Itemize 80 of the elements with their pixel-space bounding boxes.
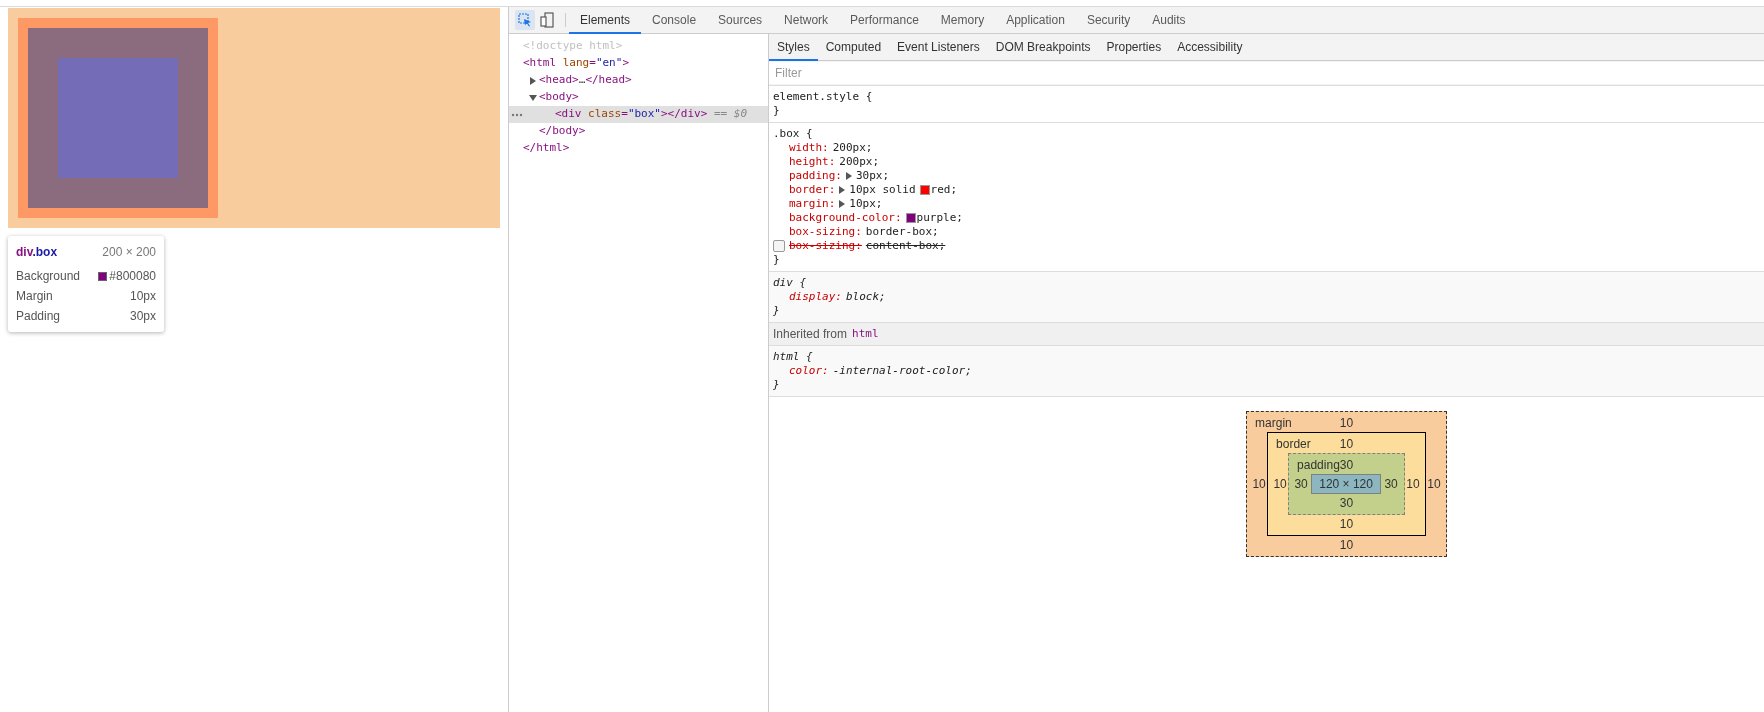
property-value: 30px xyxy=(129,308,156,325)
property-name: border: xyxy=(789,183,836,197)
property-name: margin: xyxy=(789,197,836,211)
panel-tab[interactable]: Application xyxy=(995,7,1076,34)
css-selector-close: } xyxy=(773,253,781,267)
panel-tab[interactable]: Security xyxy=(1075,7,1142,34)
dom-node[interactable]: </body> xyxy=(539,123,586,140)
color-swatch[interactable] xyxy=(905,213,916,223)
sidebar-tab[interactable]: DOM Breakpoints xyxy=(987,34,1099,61)
box-model-value: 10 xyxy=(1338,516,1355,533)
filter-field[interactable]: Filter xyxy=(769,62,1764,84)
dom-node[interactable]: </html> xyxy=(523,140,570,157)
property-value: block; xyxy=(846,290,886,304)
inherited-label: Inherited from xyxy=(773,326,848,343)
property-name: height: xyxy=(789,155,836,169)
dom-node[interactable]: <body> xyxy=(539,89,579,106)
property-value: 30px; xyxy=(856,169,890,183)
sidebar-tab[interactable]: Properties xyxy=(1098,34,1170,61)
panel-tab[interactable]: Performance xyxy=(839,7,930,34)
box-model-value: 30 xyxy=(1383,476,1399,493)
box-model-value: 10 xyxy=(1339,436,1354,453)
property-name: color: xyxy=(789,364,829,378)
property-value: red; xyxy=(930,183,958,197)
panel-tab[interactable]: Audits xyxy=(1141,7,1197,34)
box-model-value: 10 xyxy=(1426,476,1442,493)
box-model-value: 10 xyxy=(1338,537,1355,554)
property-label: Margin xyxy=(16,288,53,305)
box-model-value: 10 xyxy=(1339,415,1354,432)
element-size: 200 × 200 xyxy=(102,244,156,261)
panel-tab[interactable]: Network xyxy=(773,7,840,34)
inspect-button[interactable] xyxy=(515,10,535,30)
panel-tab[interactable]: Sources xyxy=(707,7,774,34)
sidebar-tab[interactable]: Accessibility xyxy=(1169,34,1251,61)
property-value: 10px xyxy=(129,288,156,305)
property-name: box-sizing: xyxy=(789,239,862,253)
panel-tab[interactable]: Console xyxy=(641,7,708,34)
sidebar-tab[interactable]: Event Listeners xyxy=(889,34,988,61)
sidebar-tab[interactable]: Computed xyxy=(817,34,890,61)
property-value: 10px; xyxy=(849,197,883,211)
box-model-value: 10 xyxy=(1272,476,1288,493)
color-swatch[interactable] xyxy=(919,185,930,195)
property-value: content-box; xyxy=(865,239,946,253)
css-selector: div { xyxy=(773,276,808,290)
css-selector: element.style { xyxy=(773,90,874,104)
element-selector: div.box xyxy=(16,244,58,261)
property-label: Background xyxy=(16,268,81,285)
panel-tab[interactable]: Elements xyxy=(569,7,642,34)
box-model-value: 30 xyxy=(1338,495,1355,512)
property-value: 10px solid xyxy=(849,183,916,197)
property-value: 200px; xyxy=(832,141,873,155)
box-model-value: 10 xyxy=(1251,476,1267,493)
property-name: display: xyxy=(789,290,842,304)
box-model-label: padding xyxy=(1296,457,1340,474)
box-model-value: 30 xyxy=(1293,476,1309,493)
css-selector: .box { xyxy=(773,127,814,141)
property-value: #800080 xyxy=(109,268,156,285)
content-box: 120 × 120 xyxy=(1311,474,1382,494)
property-name: padding: xyxy=(789,169,842,183)
phone-tablet-icon xyxy=(540,12,554,28)
dom-node[interactable]: <head>…</head> xyxy=(539,72,632,89)
device-toggle-button[interactable] xyxy=(537,10,557,30)
property-name: box-sizing: xyxy=(789,225,862,239)
dom-node[interactable]: <html lang="en"> xyxy=(523,55,629,72)
box-model-label: border xyxy=(1275,436,1312,453)
box-model-label: margin xyxy=(1254,415,1293,432)
inherited-source-link[interactable]: html xyxy=(852,325,879,343)
property-name: background-color: xyxy=(789,211,902,225)
property-value: purple; xyxy=(916,211,963,225)
property-value: 200px; xyxy=(839,155,880,169)
box-model-value: 30 xyxy=(1339,457,1354,474)
property-value: border-box; xyxy=(865,225,939,239)
box-model-value: 10 xyxy=(1405,476,1421,493)
css-selector-close: } xyxy=(773,104,781,118)
css-selector: html { xyxy=(773,350,814,364)
property-label: Padding xyxy=(16,308,61,325)
property-name: width: xyxy=(789,141,829,155)
panel-tab[interactable]: Memory xyxy=(929,7,996,34)
css-selector-close: } xyxy=(773,304,781,318)
css-selector-close: } xyxy=(773,378,781,392)
property-value: -internal-root-color; xyxy=(832,364,972,378)
